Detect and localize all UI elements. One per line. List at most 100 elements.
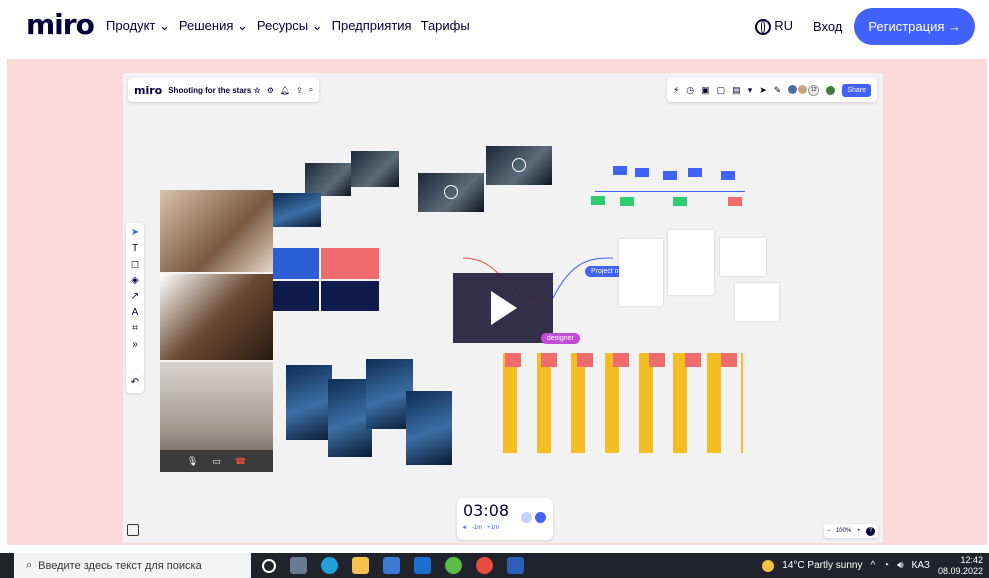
taskbar-search-placeholder: Введите здесь текст для поиска xyxy=(38,559,202,572)
photo-landscape xyxy=(273,193,321,227)
chrome-icon[interactable] xyxy=(476,557,493,574)
timer-plus[interactable]: +1m xyxy=(487,525,499,532)
mic-icon[interactable]: 🎙︎ xyxy=(187,456,198,467)
kanban-grid xyxy=(503,353,743,453)
search-icon: ⌕ xyxy=(26,559,33,571)
timer-time: 03:08 xyxy=(463,501,510,520)
present-icon[interactable]: ▣ xyxy=(701,85,710,96)
taskbar-apps xyxy=(262,557,524,574)
user-avatar[interactable] xyxy=(826,85,836,95)
board-logo[interactable]: miro xyxy=(134,84,162,97)
camera-icon[interactable]: ▭ xyxy=(212,456,221,467)
miro-board-canvas[interactable]: miro Shooting for the stars ☆ ⚙ 🔔︎ ⇪ ⌕ ⚡… xyxy=(123,73,883,543)
login-link[interactable]: Вход xyxy=(813,19,842,34)
menu-resources[interactable]: Ресурсы ⌄ xyxy=(257,18,323,34)
timeline-note-5 xyxy=(721,171,735,180)
settings-icon[interactable]: ⚙ xyxy=(267,86,274,95)
tray-expand-icon[interactable]: ^ xyxy=(870,560,875,571)
search-icon[interactable]: ⌕ xyxy=(309,85,313,95)
timer-stop-button[interactable] xyxy=(521,512,532,523)
sticky-board-1 xyxy=(273,248,319,279)
mail-icon[interactable] xyxy=(414,557,431,574)
taskbar-search[interactable]: ⌕ Введите здесь текст для поиска xyxy=(14,553,251,578)
zoom-control: − 100% + ? xyxy=(824,524,878,538)
comment-icon[interactable]: ▢ xyxy=(717,85,726,96)
timer-widget: 03:08 🔊︎ -1m +1m xyxy=(457,498,553,540)
video-participant-1 xyxy=(160,190,273,272)
taskbar-clock[interactable]: 12:42 08.09.2022 xyxy=(938,555,983,577)
video-thumb-1[interactable] xyxy=(418,173,484,212)
avatars[interactable]: 12 xyxy=(788,84,820,96)
avatar-count: 12 xyxy=(808,84,820,96)
more-tools-icon[interactable]: » xyxy=(132,339,138,350)
board-title[interactable]: Shooting for the stars ☆ xyxy=(168,86,261,95)
widgets-icon[interactable] xyxy=(290,557,307,574)
register-button[interactable]: Регистрация → xyxy=(854,8,975,45)
explorer-icon[interactable] xyxy=(352,557,369,574)
photo-rocket-1 xyxy=(286,365,332,440)
timer-icon[interactable]: ◷ xyxy=(686,85,694,96)
text-tool-icon[interactable]: T xyxy=(132,243,138,254)
clock-date: 08.09.2022 xyxy=(937,565,983,576)
timeline-note-2 xyxy=(635,168,649,177)
volume-icon[interactable]: 🔊︎ xyxy=(897,560,903,571)
shapes-icon[interactable]: ◈ xyxy=(131,275,139,286)
notes-icon[interactable]: ▤ xyxy=(732,85,741,96)
lightning-icon[interactable]: ⚡︎ xyxy=(673,85,679,96)
keyboard-lang[interactable]: КАЗ xyxy=(912,560,930,571)
word-icon[interactable] xyxy=(507,557,524,574)
edge-icon[interactable] xyxy=(321,557,338,574)
kanban-header xyxy=(505,353,741,367)
undo-icon[interactable]: ↶ xyxy=(126,373,144,393)
call-controls: 🎙︎ ▭ ☎ xyxy=(160,450,273,472)
menu-solutions[interactable]: Решения ⌄ xyxy=(179,18,248,34)
select-tool-icon[interactable]: ➤ xyxy=(131,227,139,238)
connector-icon[interactable]: ↗ xyxy=(131,291,139,302)
weather-text[interactable]: 14°C Partly sunny xyxy=(782,560,862,571)
video-thumb-2[interactable] xyxy=(486,146,552,185)
system-tray: 14°C Partly sunny ^ ◔ 🔊︎ КАЗ 12:42 08.09… xyxy=(762,553,983,578)
board-top-right-bar: ⚡︎ ◷ ▣ ▢ ▤ ▾ ➤ ✎ 12 Share xyxy=(666,78,877,102)
pen-tool-icon[interactable]: Α xyxy=(132,307,139,318)
wifi-icon[interactable]: ◔ xyxy=(883,560,889,571)
sound-icon[interactable]: 🔊︎ xyxy=(463,525,467,532)
menu-product[interactable]: Продукт ⌄ xyxy=(106,18,170,34)
share-button[interactable]: Share xyxy=(842,83,871,97)
document-4 xyxy=(735,283,779,321)
timeline-note-6 xyxy=(591,196,605,205)
timer-pause-button[interactable] xyxy=(535,512,546,523)
sticky-note-icon[interactable]: ◻ xyxy=(131,259,139,270)
menu-pricing[interactable]: Тарифы xyxy=(421,18,470,34)
language-selector[interactable]: RU xyxy=(754,18,793,35)
utorrent-icon[interactable] xyxy=(445,557,462,574)
store-icon[interactable] xyxy=(383,557,400,574)
main-menu: Продукт ⌄ Решения ⌄ Ресурсы ⌄ Предприяти… xyxy=(106,18,470,34)
pen-icon[interactable]: ✎ xyxy=(774,85,782,96)
language-label: RU xyxy=(774,18,793,34)
bell-icon[interactable]: 🔔︎ xyxy=(280,86,290,95)
hangup-icon[interactable]: ☎ xyxy=(235,456,246,467)
help-icon[interactable]: ? xyxy=(866,526,876,536)
photo-astronaut xyxy=(406,391,452,465)
tag-designer[interactable]: designer xyxy=(541,333,580,344)
video-play-button[interactable] xyxy=(453,273,553,343)
zoom-in-button[interactable]: + xyxy=(857,528,861,534)
timeline-note-9 xyxy=(728,197,742,206)
more-icon[interactable]: ▾ xyxy=(748,85,753,96)
document-1 xyxy=(619,239,663,306)
zoom-out-button[interactable]: − xyxy=(827,528,831,534)
timer-minus[interactable]: -1m xyxy=(472,525,482,532)
timer-controls: 🔊︎ -1m +1m xyxy=(463,525,499,532)
menu-enterprise[interactable]: Предприятия xyxy=(332,18,412,34)
video-participant-2 xyxy=(160,274,273,360)
sticky-board-3 xyxy=(273,281,319,311)
toolbar: ➤ T ◻ ◈ ↗ Α ⌗ » xyxy=(126,223,144,377)
upload-icon[interactable]: ⇪ xyxy=(296,86,303,95)
cursor-icon[interactable]: ➤ xyxy=(759,85,767,96)
frame-icon[interactable]: ⌗ xyxy=(132,323,138,334)
zoom-level[interactable]: 100% xyxy=(836,528,851,534)
miro-logo[interactable]: miro xyxy=(26,8,95,41)
task-view-icon[interactable] xyxy=(262,559,276,573)
globe-icon xyxy=(754,18,771,35)
panel-toggle-icon[interactable] xyxy=(127,524,139,536)
